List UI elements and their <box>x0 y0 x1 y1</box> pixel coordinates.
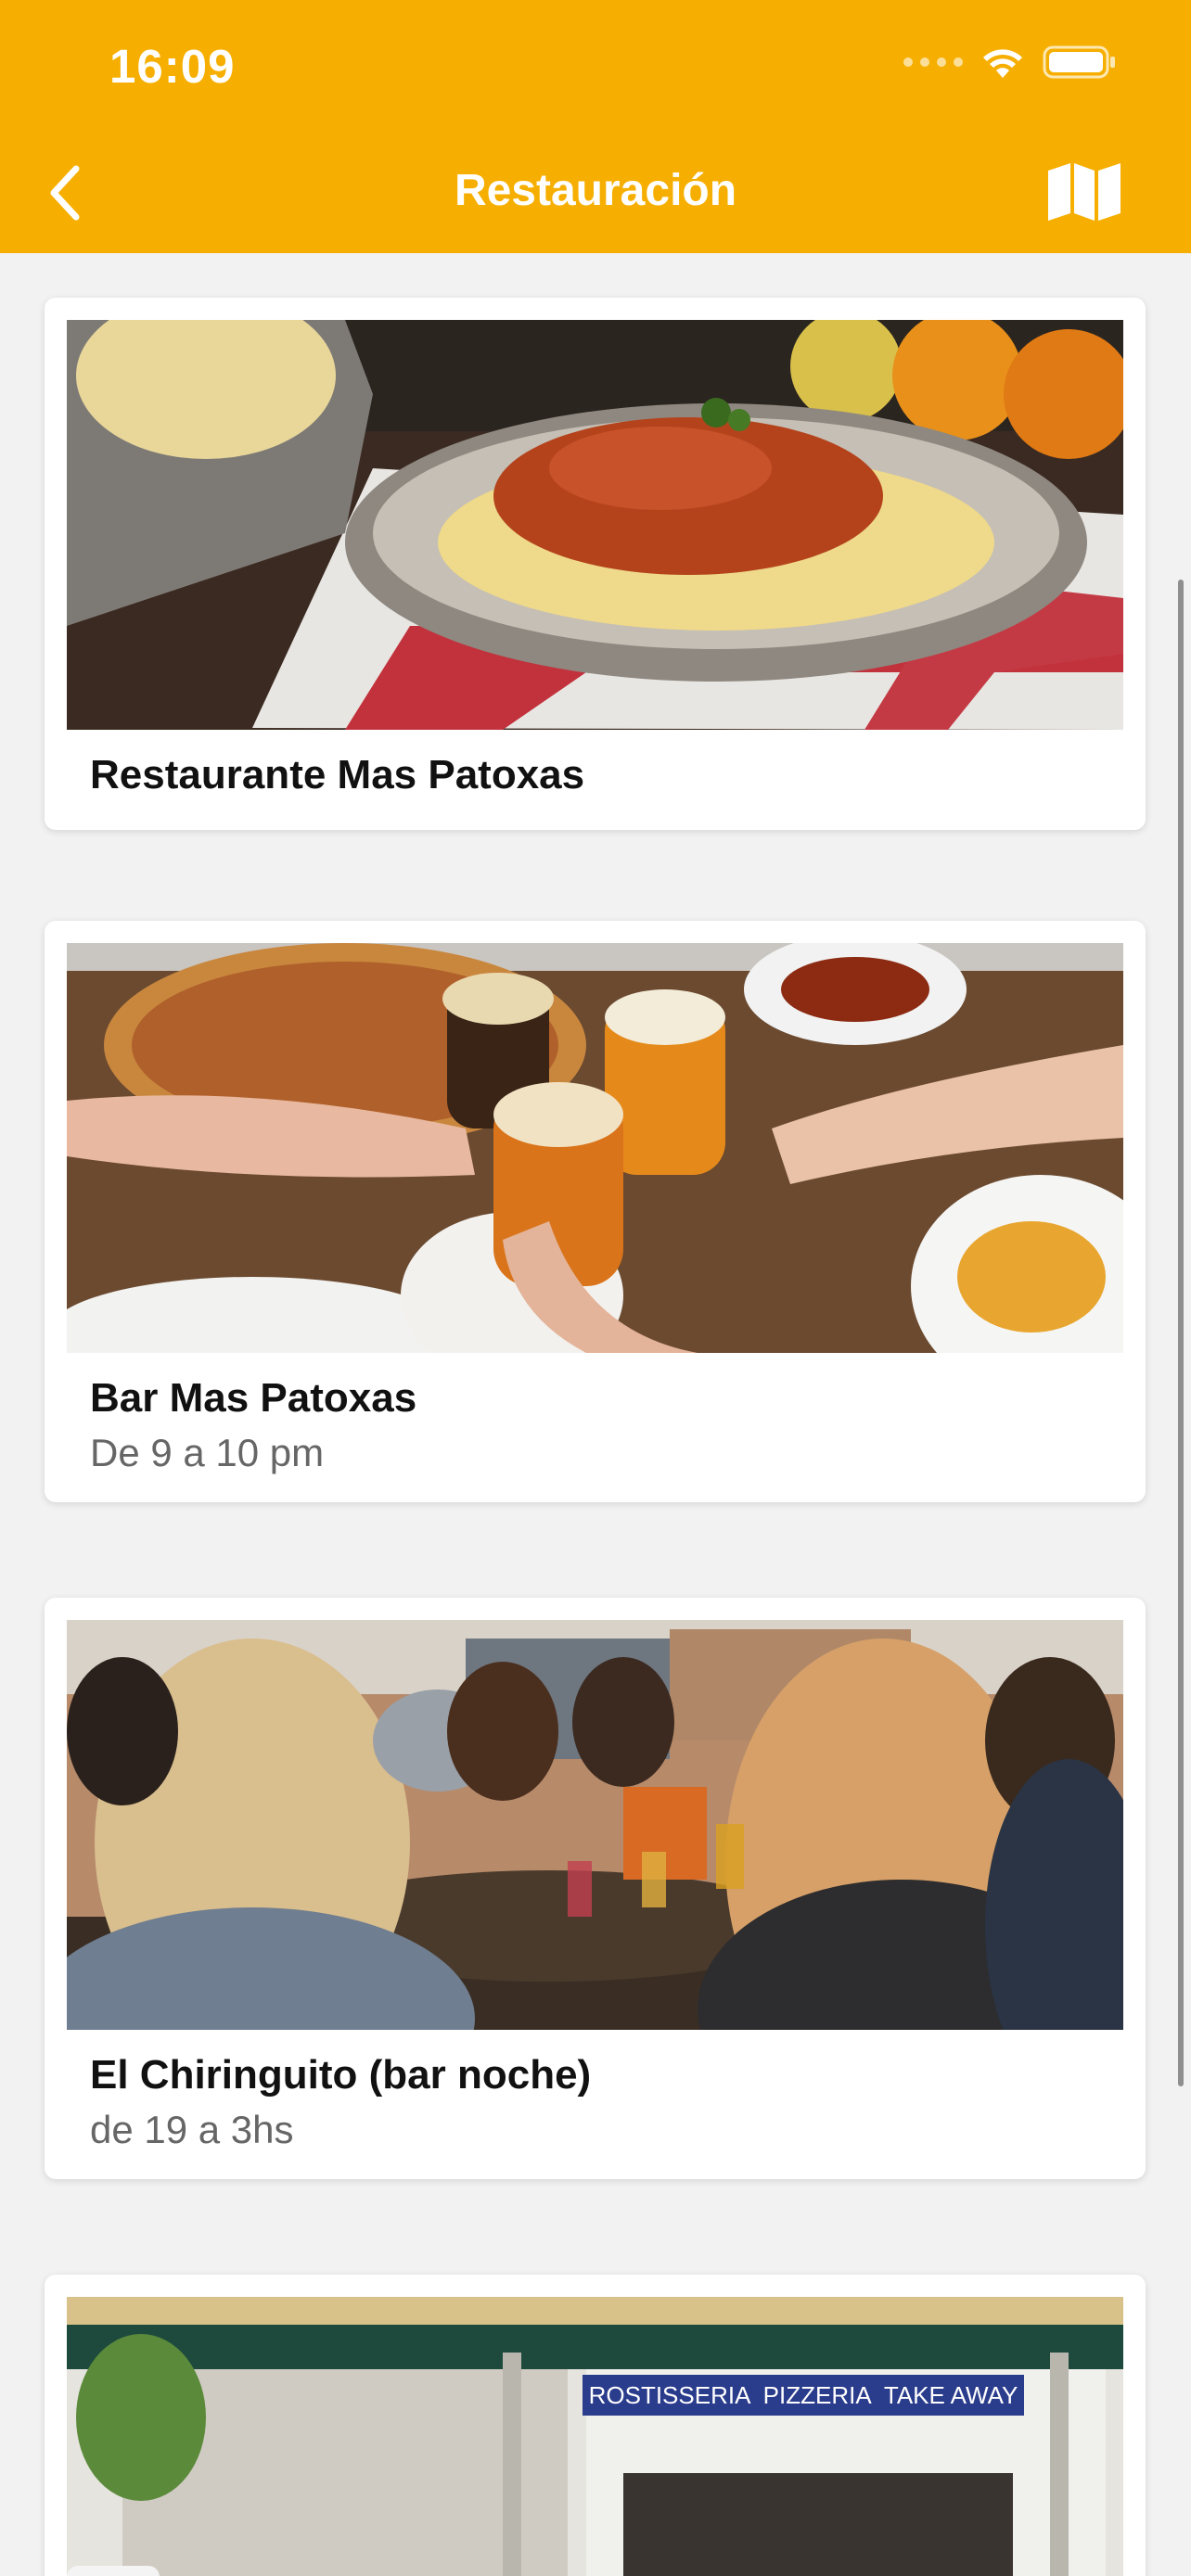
restaurant-card[interactable]: El Chiringuito (bar noche) de 19 a 3hs <box>45 1598 1146 2179</box>
storefront-photo: ROSTISSERIA PIZZERIA TAKE AWAY <box>67 2297 1123 2576</box>
restaurant-name: El Chiringuito (bar noche) <box>90 2052 592 2098</box>
restaurant-hours: De 9 a 10 pm <box>90 1431 325 1474</box>
restaurant-hours: de 19 a 3hs <box>90 2108 294 2151</box>
sign-text-rostisseria: ROSTISSERIA <box>588 2380 751 2409</box>
spaghetti-bolognese-photo <box>67 320 1123 730</box>
restaurant-card[interactable]: Bar Mas Patoxas De 9 a 10 pm <box>45 921 1146 1502</box>
map-icon <box>1048 163 1121 221</box>
sign-text-take-away: TAKE AWAY <box>883 2380 1018 2409</box>
restaurant-name: Restaurante Mas Patoxas <box>90 752 585 797</box>
status-icons <box>903 45 1117 80</box>
battery-icon <box>1043 45 1115 79</box>
page-title: Restauración <box>454 166 737 215</box>
storefront-sign: ROSTISSERIA PIZZERIA TAKE AWAY <box>583 2375 1024 2416</box>
wifi-icon <box>983 49 1022 78</box>
group-dinner-photo <box>67 1620 1123 2030</box>
restaurant-card[interactable]: ROSTISSERIA PIZZERIA TAKE AWAY <box>45 2275 1146 2576</box>
restaurant-card[interactable]: Restaurante Mas Patoxas <box>45 298 1146 830</box>
beer-toast-pizza-photo <box>67 943 1123 1353</box>
sign-text-pizzeria: PIZZERIA <box>762 2380 872 2409</box>
restaurant-name: Bar Mas Patoxas <box>90 1375 417 1421</box>
status-time: 16:09 <box>109 40 236 93</box>
scrollbar[interactable] <box>1178 580 1184 2086</box>
restaurant-list[interactable]: Restaurante Mas Patoxas Bar Mas Patoxas … <box>0 253 1191 2576</box>
map-button[interactable] <box>1043 159 1126 224</box>
navigation-bar: 16:09 Restauración <box>0 0 1191 253</box>
cellular-signal-icon <box>903 57 963 67</box>
